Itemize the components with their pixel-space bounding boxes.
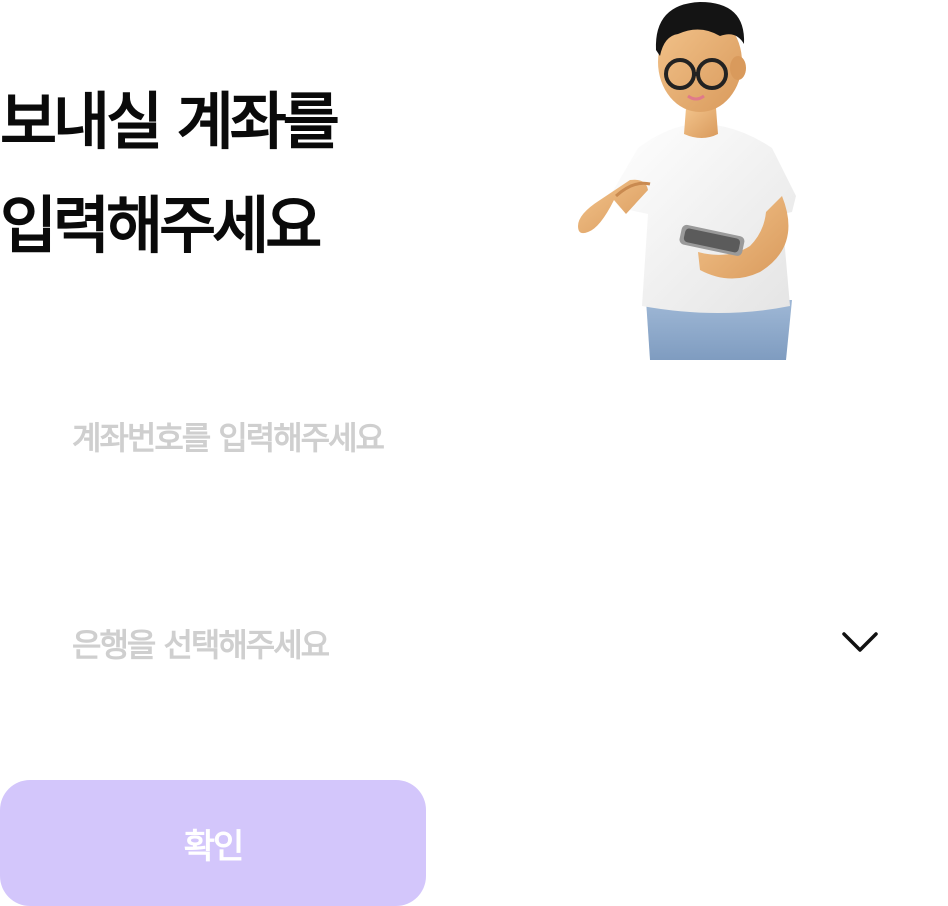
chevron-down-icon xyxy=(842,632,878,652)
account-number-input[interactable] xyxy=(72,410,872,466)
page-title: 보내실 계좌를 입력해주세요 xyxy=(0,70,340,278)
confirm-button[interactable]: 확인 xyxy=(0,780,426,906)
bank-select-label: 은행을 선택해주세요 xyxy=(72,626,330,664)
person-with-phone-illustration xyxy=(578,2,796,360)
bank-select-dropdown[interactable]: 은행을 선택해주세요 xyxy=(72,612,884,672)
page-title-line-1: 보내실 계좌를 xyxy=(0,85,340,158)
page-title-line-2: 입력해주세요 xyxy=(0,189,322,262)
